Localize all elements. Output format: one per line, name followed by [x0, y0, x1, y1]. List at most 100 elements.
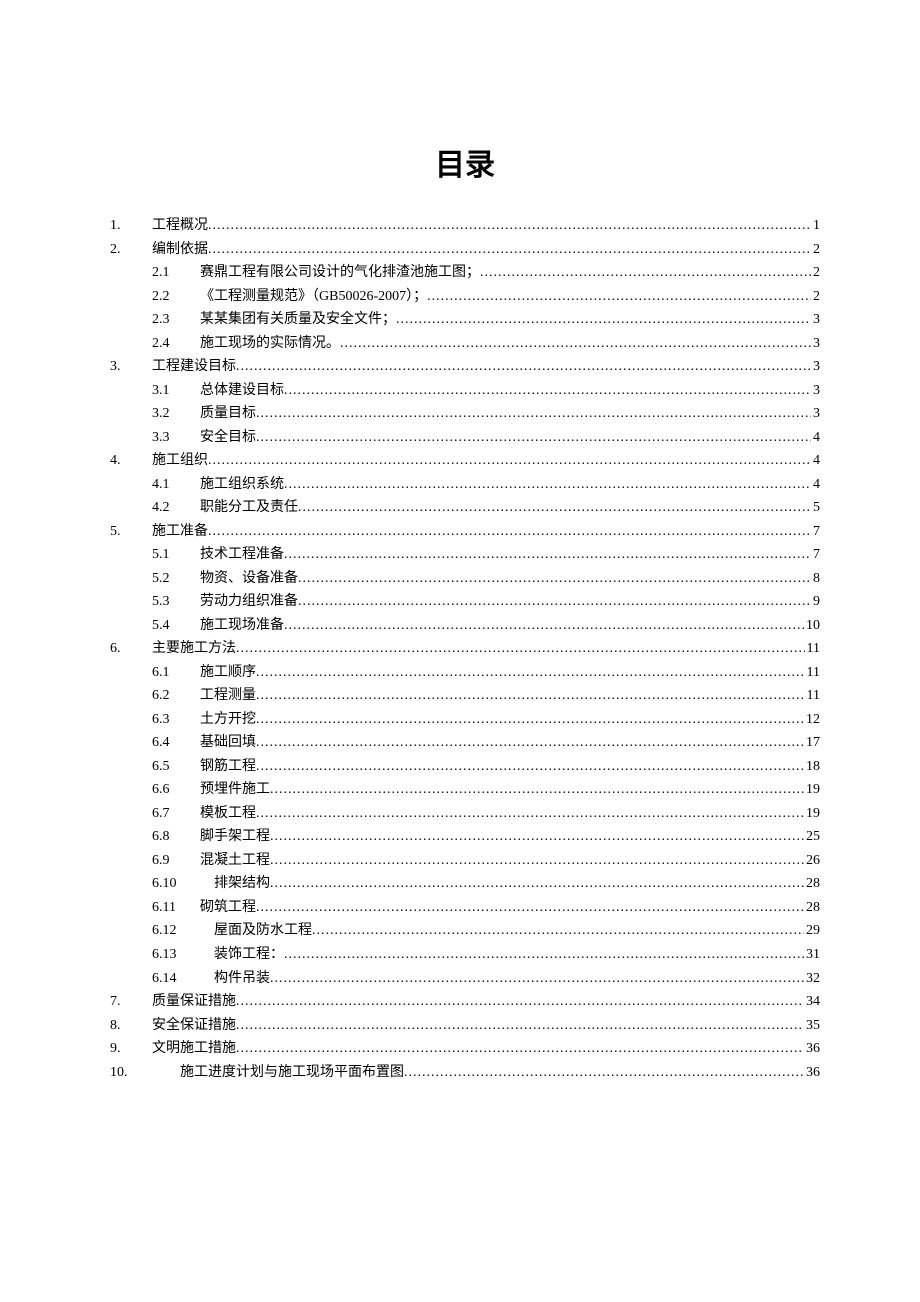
table-of-contents: 1.工程概况12.编制依据22.1赛鼎工程有限公司设计的气化排渣池施工图；22.…: [110, 214, 820, 1084]
toc-number: 2.: [110, 238, 152, 262]
toc-page: 25: [804, 825, 820, 849]
toc-number: 10.: [110, 1061, 166, 1085]
toc-number: 6.10: [110, 872, 200, 896]
toc-page: 3: [811, 332, 820, 356]
toc-leader: [236, 1014, 804, 1038]
toc-row: 5.1技术工程准备7: [110, 543, 820, 567]
toc-label: 编制依据: [152, 238, 208, 262]
toc-page: 31: [804, 943, 820, 967]
toc-leader: [236, 637, 805, 661]
toc-number: 3.2: [110, 402, 200, 426]
toc-row: 5.4施工现场准备10: [110, 614, 820, 638]
toc-page: 34: [804, 990, 820, 1014]
toc-label: 工程概况: [152, 214, 208, 238]
toc-page: 2: [811, 238, 820, 262]
toc-row: 7.质量保证措施34: [110, 990, 820, 1014]
toc-leader: [256, 802, 804, 826]
toc-leader: [236, 355, 811, 379]
toc-number: 7.: [110, 990, 152, 1014]
toc-number: 3.3: [110, 426, 200, 450]
toc-number: 6.11: [110, 896, 200, 920]
toc-row: 4.1施工组织系统4: [110, 473, 820, 497]
toc-page: 12: [804, 708, 820, 732]
toc-page: 19: [804, 778, 820, 802]
toc-row: 6.1施工顺序11: [110, 661, 820, 685]
toc-label: 施工现场准备: [200, 614, 284, 638]
toc-row: 4.2职能分工及责任5: [110, 496, 820, 520]
toc-number: 4.1: [110, 473, 200, 497]
toc-label: 施工组织系统: [200, 473, 284, 497]
toc-leader: [256, 426, 811, 450]
toc-label: 土方开挖: [200, 708, 256, 732]
toc-row: 6.13 装饰工程：31: [110, 943, 820, 967]
toc-page: 7: [811, 520, 820, 544]
toc-label: 钢筋工程: [200, 755, 256, 779]
page-title: 目录: [110, 140, 820, 184]
toc-number: 2.4: [110, 332, 200, 356]
toc-number: 2.2: [110, 285, 200, 309]
toc-page: 8: [811, 567, 820, 591]
toc-leader: [256, 731, 804, 755]
toc-label: 安全保证措施: [152, 1014, 236, 1038]
toc-label: 文明施工措施: [152, 1037, 236, 1061]
toc-number: 3.: [110, 355, 152, 379]
toc-label: 施工准备: [152, 520, 208, 544]
toc-leader: [236, 990, 804, 1014]
toc-row: 5.2物资、设备准备8: [110, 567, 820, 591]
toc-page: 3: [811, 379, 820, 403]
toc-leader: [284, 543, 811, 567]
toc-leader: [270, 778, 804, 802]
toc-page: 17: [804, 731, 820, 755]
toc-label: 赛鼎工程有限公司设计的气化排渣池施工图；: [200, 261, 480, 285]
toc-number: 5.3: [110, 590, 200, 614]
toc-row: 5.施工准备 7: [110, 520, 820, 544]
toc-leader: [256, 684, 805, 708]
toc-row: 6.6预埋件施工19: [110, 778, 820, 802]
toc-label: 施工现场的实际情况。: [200, 332, 340, 356]
toc-page: 28: [804, 896, 820, 920]
toc-row: 5.3劳动力组织准备 9: [110, 590, 820, 614]
toc-leader: [312, 919, 804, 943]
toc-leader: [270, 849, 804, 873]
toc-label: 职能分工及责任: [200, 496, 298, 520]
toc-row: 10. 施工进度计划与施工现场平面布置图36: [110, 1061, 820, 1085]
toc-number: 5.: [110, 520, 152, 544]
toc-number: 6.6: [110, 778, 200, 802]
toc-row: 1.工程概况1: [110, 214, 820, 238]
toc-leader: [298, 567, 811, 591]
toc-leader: [256, 896, 804, 920]
toc-leader: [270, 872, 804, 896]
toc-number: 4.: [110, 449, 152, 473]
toc-row: 2.1赛鼎工程有限公司设计的气化排渣池施工图；2: [110, 261, 820, 285]
toc-leader: [427, 285, 811, 309]
toc-label: 主要施工方法: [152, 637, 236, 661]
toc-leader: [298, 496, 811, 520]
toc-row: 6.12 屋面及防水工程29: [110, 919, 820, 943]
toc-page: 11: [805, 661, 820, 685]
toc-label: 混凝土工程: [200, 849, 270, 873]
toc-number: 6.5: [110, 755, 200, 779]
toc-page: 36: [804, 1061, 820, 1085]
toc-page: 18: [804, 755, 820, 779]
toc-leader: [270, 825, 804, 849]
toc-number: 6.9: [110, 849, 200, 873]
toc-number: 5.4: [110, 614, 200, 638]
toc-label: 质量目标: [200, 402, 256, 426]
toc-row: 3.3安全目标4: [110, 426, 820, 450]
toc-leader: [270, 967, 804, 991]
toc-leader: [208, 238, 811, 262]
toc-row: 6.4基础回填17: [110, 731, 820, 755]
toc-leader: [256, 755, 804, 779]
toc-label: 劳动力组织准备: [200, 590, 298, 614]
toc-row: 6.5钢筋工程 18: [110, 755, 820, 779]
toc-page: 36: [804, 1037, 820, 1061]
toc-number: 8.: [110, 1014, 152, 1038]
toc-page: 9: [811, 590, 820, 614]
toc-label: 砌筑工程: [200, 896, 256, 920]
toc-row: 4.施工组织4: [110, 449, 820, 473]
toc-page: 2: [811, 261, 820, 285]
toc-leader: [284, 614, 804, 638]
toc-number: 9.: [110, 1037, 152, 1061]
toc-number: 6.12: [110, 919, 200, 943]
toc-row: 6.8脚手架工程25: [110, 825, 820, 849]
